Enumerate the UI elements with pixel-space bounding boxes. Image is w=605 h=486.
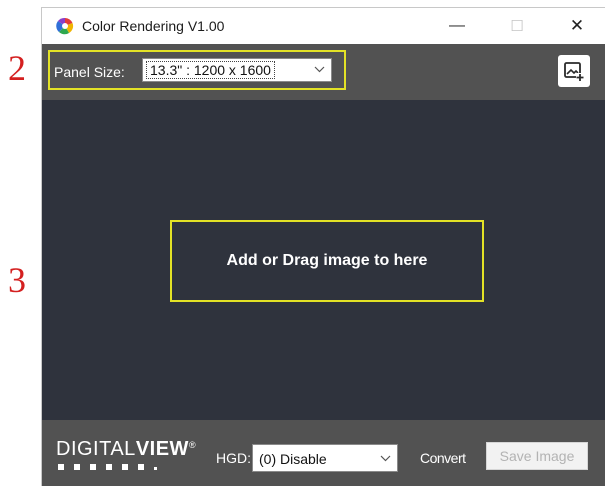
minimize-icon: —	[449, 17, 465, 34]
close-button[interactable]: ✕	[554, 8, 600, 44]
logo-dot	[138, 464, 144, 470]
title-bar[interactable]: Color Rendering V1.00 — ☐ ✕	[42, 8, 605, 44]
bottom-bar: DIGITALVIEW® HGD: (0) Disable Convert Sa…	[42, 420, 605, 486]
logo-text-light: DIGITAL	[56, 438, 136, 460]
logo-text-bold: VIEW	[135, 438, 189, 460]
toolbar: Panel Size: 13.3" : 1200 x 1600	[42, 44, 605, 100]
hgd-select[interactable]: (0) Disable	[252, 444, 398, 472]
maximize-icon: ☐	[510, 18, 524, 35]
convert-label: Convert	[420, 450, 466, 466]
logo-dot	[154, 467, 157, 470]
chevron-down-icon	[380, 450, 391, 469]
panel-size-select[interactable]: 13.3" : 1200 x 1600	[142, 58, 332, 82]
step-annotation-3: 3	[8, 260, 26, 300]
color-wheel-icon	[56, 17, 74, 35]
logo-dot	[58, 464, 64, 470]
logo-dot	[106, 464, 112, 470]
panel-size-label: Panel Size:	[54, 64, 125, 80]
minimize-button[interactable]: —	[434, 8, 480, 44]
maximize-button[interactable]: ☐	[494, 8, 540, 44]
add-image-button[interactable]	[558, 55, 590, 87]
add-image-icon	[564, 62, 584, 81]
app-window: Color Rendering V1.00 — ☐ ✕ Panel Size: …	[42, 8, 605, 486]
drop-zone-text: Add or Drag image to here	[226, 252, 428, 269]
step-annotation-2: 2	[8, 48, 26, 88]
hgd-label: HGD:	[216, 450, 251, 466]
panel-size-value: 13.3" : 1200 x 1600	[146, 61, 275, 79]
logo-dots	[58, 464, 157, 470]
save-image-button[interactable]: Save Image	[486, 442, 588, 470]
close-icon: ✕	[569, 16, 585, 35]
logo-dot	[90, 464, 96, 470]
logo-registered-mark: ®	[188, 440, 197, 450]
window-title: Color Rendering V1.00	[82, 18, 225, 34]
logo-dot	[122, 464, 128, 470]
hgd-value: (0) Disable	[259, 451, 327, 467]
digitalview-logo: DIGITALVIEW®	[56, 438, 206, 474]
logo-dot	[74, 464, 80, 470]
chevron-down-icon	[314, 61, 325, 80]
logo-wordmark: DIGITALVIEW®	[56, 438, 196, 461]
image-drop-zone[interactable]: Add or Drag image to here	[170, 220, 484, 302]
